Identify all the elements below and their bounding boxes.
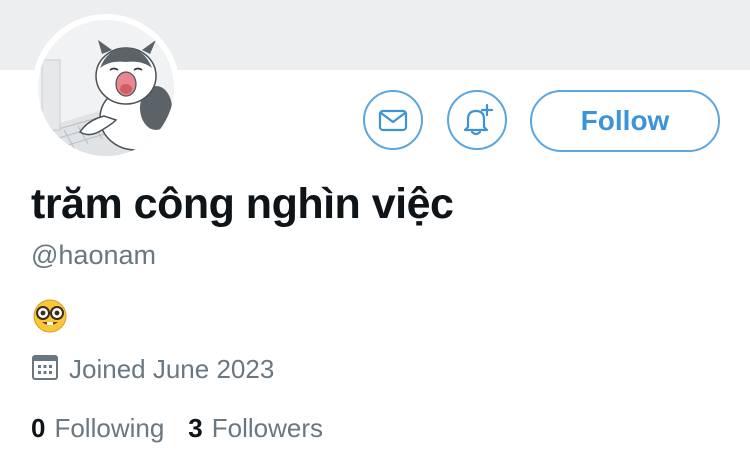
joined-date: Joined June 2023	[31, 353, 274, 386]
envelope-icon	[377, 104, 409, 136]
follow-button[interactable]: Follow	[530, 90, 720, 152]
following-label: Following	[54, 413, 165, 443]
avatar[interactable]	[32, 14, 180, 162]
follow-stats: 0 Following 3 Followers	[31, 413, 323, 444]
followers-count: 3	[188, 413, 203, 443]
following-count: 0	[31, 413, 46, 443]
message-button[interactable]	[363, 90, 423, 150]
user-handle: @haonam	[31, 240, 156, 270]
calendar-icon	[31, 353, 59, 386]
followers-link[interactable]: 3 Followers	[188, 413, 323, 444]
nerd-face-emoji	[32, 298, 68, 334]
display-name: trăm công nghìn việc	[31, 180, 454, 228]
followers-label: Followers	[211, 413, 324, 443]
notifications-button[interactable]	[447, 90, 507, 150]
bell-plus-icon	[459, 102, 495, 138]
joined-text: Joined June 2023	[69, 354, 275, 384]
following-link[interactable]: 0 Following	[31, 413, 164, 444]
avatar-image	[38, 20, 174, 156]
